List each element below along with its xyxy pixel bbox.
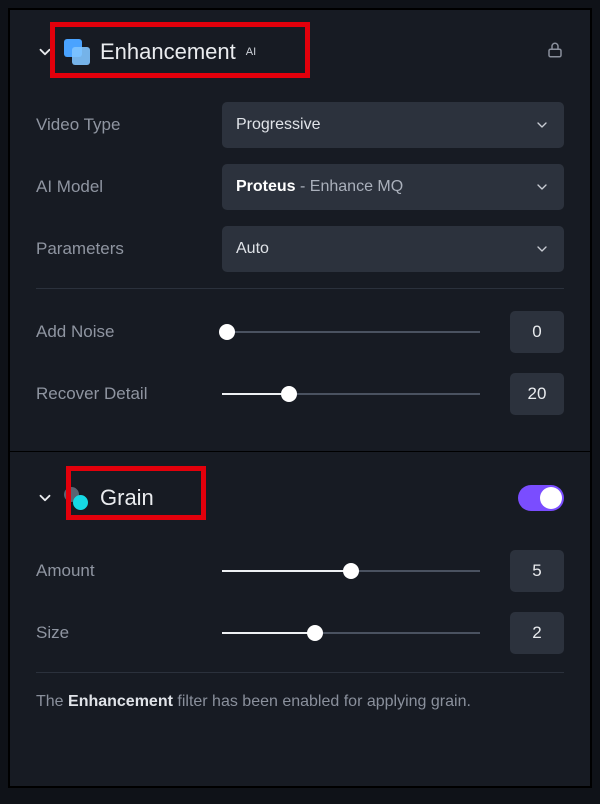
parameters-value: Auto (236, 240, 269, 258)
lock-icon[interactable] (546, 41, 564, 64)
video-type-select[interactable]: Progressive (222, 102, 564, 148)
recover-detail-value[interactable]: 20 (510, 373, 564, 415)
enhancement-title: EnhancementAI (100, 39, 256, 65)
divider (36, 672, 564, 673)
ai-model-value: Proteus - Enhance MQ (236, 178, 403, 196)
grain-toggle[interactable] (518, 485, 564, 511)
recover-detail-slider[interactable] (222, 380, 480, 408)
add-noise-label: Add Noise (36, 322, 206, 342)
amount-value[interactable]: 5 (510, 550, 564, 592)
chevron-down-icon (534, 241, 550, 257)
grain-icon (64, 485, 90, 511)
video-type-label: Video Type (36, 115, 206, 135)
chevron-down-icon (534, 117, 550, 133)
amount-slider[interactable] (222, 557, 480, 585)
size-label: Size (36, 623, 206, 643)
parameters-label: Parameters (36, 239, 206, 259)
ai-model-label: AI Model (36, 177, 206, 197)
enhancement-icon (64, 39, 90, 65)
chevron-down-icon (534, 179, 550, 195)
ai-model-select[interactable]: Proteus - Enhance MQ (222, 164, 564, 210)
divider (36, 288, 564, 289)
collapse-enhancement-chevron[interactable] (36, 43, 54, 61)
parameters-select[interactable]: Auto (222, 226, 564, 272)
collapse-grain-chevron[interactable] (36, 489, 54, 507)
size-value[interactable]: 2 (510, 612, 564, 654)
amount-label: Amount (36, 561, 206, 581)
add-noise-slider[interactable] (222, 318, 480, 346)
add-noise-value[interactable]: 0 (510, 311, 564, 353)
video-type-value: Progressive (236, 116, 320, 134)
recover-detail-label: Recover Detail (36, 384, 206, 404)
size-slider[interactable] (222, 619, 480, 647)
footer-text: The Enhancement filter has been enabled … (36, 693, 564, 711)
grain-title: Grain (100, 485, 154, 511)
